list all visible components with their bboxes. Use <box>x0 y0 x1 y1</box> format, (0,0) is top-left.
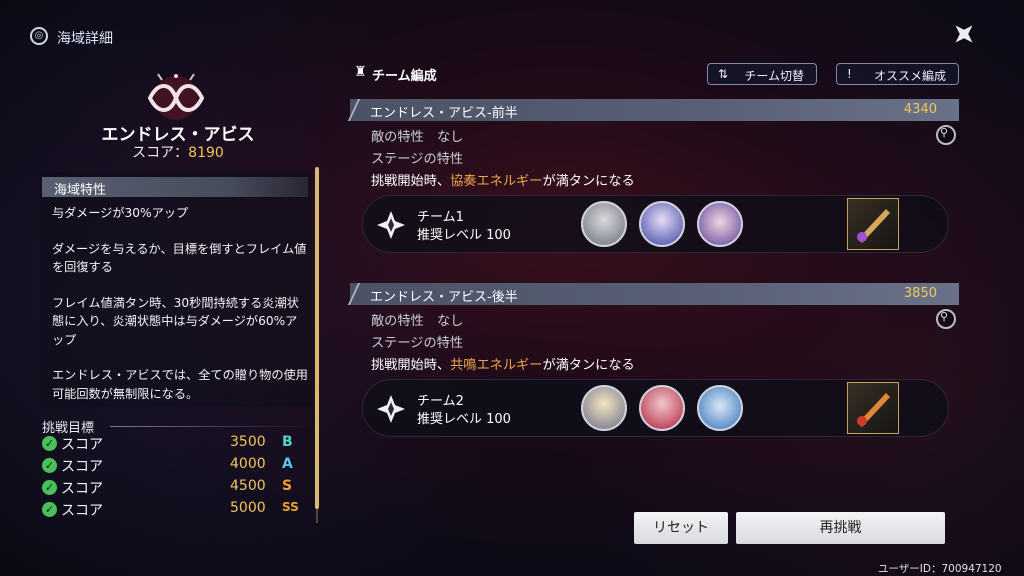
stage-effect: 挑戦開始時、協奏エネルギーが満タンになる <box>371 170 635 189</box>
search-icon[interactable]: ⚲ <box>936 125 956 145</box>
sea-trait-item: 与ダメージが30%アップ <box>52 206 189 220</box>
goal-value: 4000 <box>230 456 266 472</box>
sea-trait-item: フレイム値満タン時、30秒間持続する炎潮状態に入り、炎潮状態中は与ダメージが60… <box>52 295 299 347</box>
effect-highlight: 共鳴エネルギー <box>450 358 543 373</box>
character-avatar[interactable] <box>639 201 685 247</box>
stage-trait-label: ステージの特性 <box>371 152 464 167</box>
goal-label: スコア <box>61 503 103 519</box>
character-avatar[interactable] <box>581 201 627 247</box>
rank-a-icon: A <box>282 456 293 472</box>
sea-traits-title: 海域特性 <box>54 183 107 198</box>
team-level: 推奨レベル 100 <box>417 228 511 243</box>
divider <box>110 426 310 427</box>
stage-part-name: エンドレス・アビス-後半 <box>370 290 518 305</box>
character-avatar[interactable] <box>581 385 627 431</box>
goal-row: ✓ スコア 5000 SS <box>42 499 304 521</box>
enemy-trait-label: 敵の特性 <box>371 314 424 329</box>
effect-suffix: が満タンになる <box>542 358 635 373</box>
stage-header-first-half: エンドレス・アビス-前半 4340 <box>347 99 959 121</box>
check-icon: ✓ <box>42 480 57 495</box>
stage-trait-label: ステージの特性 <box>371 336 464 351</box>
enemy-trait: 敵の特性 なし <box>371 310 463 329</box>
team-name: チーム1 <box>417 210 464 225</box>
stage-score: スコア：8190 <box>40 142 316 162</box>
goal-label: スコア <box>61 481 103 497</box>
team-formation-icon: ♜ <box>354 64 367 80</box>
search-icon[interactable]: ⚲ <box>936 309 956 329</box>
stage-part-name: エンドレス・アビス-前半 <box>370 106 518 121</box>
close-icon[interactable] <box>950 20 978 48</box>
team-1-row[interactable]: チーム1 推奨レベル 100 <box>362 195 949 253</box>
check-icon: ✓ <box>42 458 57 473</box>
stage-score-value: 8190 <box>188 145 224 161</box>
stage-part-score: 3850 <box>903 286 937 301</box>
page-title: 海域詳細 <box>57 31 113 47</box>
sea-trait-item: ダメージを与えるか、目標を倒すとフレイム値を回復する <box>52 241 307 275</box>
scrollbar-thumb[interactable] <box>315 167 319 509</box>
goal-label: スコア <box>61 459 103 475</box>
recommended-team-button[interactable]: ! オススメ編成 <box>836 63 959 85</box>
effect-prefix: 挑戦開始時、 <box>371 174 451 189</box>
character-avatar[interactable] <box>697 385 743 431</box>
stage-score-label: スコア： <box>132 145 189 161</box>
equipped-item-icon[interactable] <box>847 198 899 250</box>
retry-button[interactable]: 再挑戦 <box>736 512 945 544</box>
team-2-row[interactable]: チーム2 推奨レベル 100 <box>362 379 949 437</box>
effect-prefix: 挑戦開始時、 <box>371 358 451 373</box>
goal-row: ✓ スコア 3500 B <box>42 433 304 455</box>
rank-b-icon: B <box>282 434 293 450</box>
character-avatar[interactable] <box>639 385 685 431</box>
goal-value: 3500 <box>230 434 266 450</box>
goal-row: ✓ スコア 4000 A <box>42 455 304 477</box>
stage-header-second-half: エンドレス・アビス-後半 3850 <box>347 283 959 305</box>
alert-icon: ! <box>847 67 852 81</box>
character-avatar[interactable] <box>697 201 743 247</box>
goal-label: スコア <box>61 437 103 453</box>
slash-decoration <box>347 99 371 121</box>
user-id: ユーザーID：700947120 <box>878 563 1002 575</box>
stage-part-score: 4340 <box>903 102 937 117</box>
rank-ss-icon: SS <box>282 500 299 514</box>
sea-trait-item: エンドレス・アビスでは、全ての贈り物の使用可能回数が無制限になる。 <box>52 368 308 401</box>
goal-row: ✓ スコア 4500 S <box>42 477 304 499</box>
infinity-emblem-icon <box>147 73 205 120</box>
team-switch-label: チーム切替 <box>744 69 804 83</box>
slash-decoration <box>347 283 371 305</box>
team-level: 推奨レベル 100 <box>417 412 511 427</box>
equipped-item-icon[interactable] <box>847 382 899 434</box>
team-emblem-icon <box>377 211 405 239</box>
recommended-team-label: オススメ編成 <box>873 69 946 83</box>
team-formation-label: チーム編成 <box>372 69 437 84</box>
team-switch-button[interactable]: ⇅ チーム切替 <box>707 63 817 85</box>
rank-s-icon: S <box>282 478 293 494</box>
stage-effect: 挑戦開始時、共鳴エネルギーが満タンになる <box>371 354 635 373</box>
check-icon: ✓ <box>42 502 57 517</box>
effect-suffix: が満タンになる <box>542 174 635 189</box>
sea-area-icon: ◎ <box>30 27 48 45</box>
enemy-trait-label: 敵の特性 <box>371 130 424 145</box>
goal-value: 4500 <box>230 478 266 494</box>
swap-icon: ⇅ <box>718 67 729 81</box>
enemy-trait-value: なし <box>436 314 464 329</box>
team-name: チーム2 <box>417 394 464 409</box>
team-emblem-icon <box>377 395 405 423</box>
enemy-trait: 敵の特性 なし <box>371 126 463 145</box>
enemy-trait-value: なし <box>436 130 464 145</box>
sea-traits-text: 与ダメージが30%アップ ダメージを与えるか、目標を倒すとフレイム値を回復する … <box>52 204 308 420</box>
effect-highlight: 協奏エネルギー <box>450 174 543 189</box>
sea-traits-header: 海域特性 <box>42 177 308 198</box>
reset-button[interactable]: リセット <box>634 512 728 544</box>
check-icon: ✓ <box>42 436 57 451</box>
goal-value: 5000 <box>230 500 266 516</box>
